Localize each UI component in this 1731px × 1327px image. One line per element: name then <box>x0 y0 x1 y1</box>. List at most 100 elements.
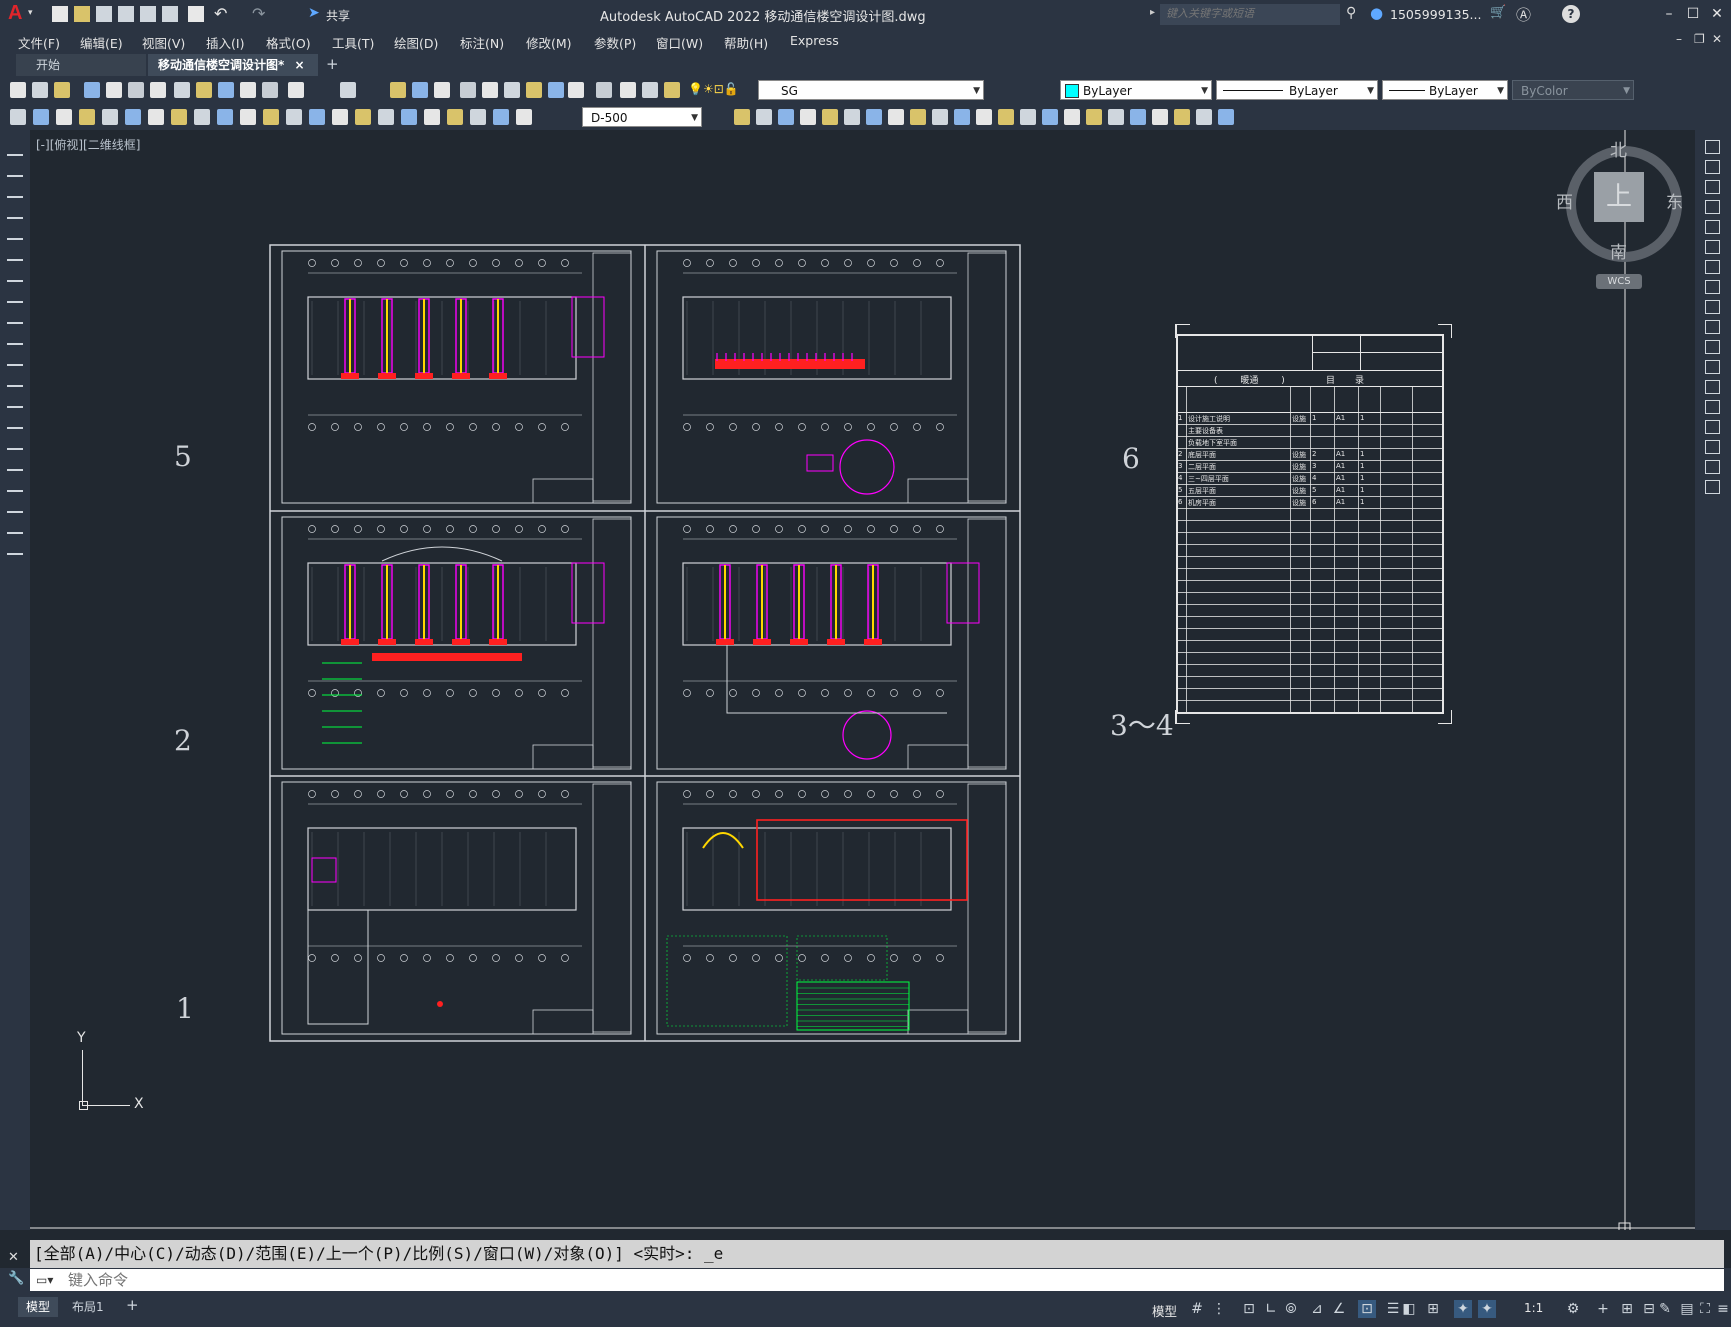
open-file-icon[interactable] <box>74 6 90 22</box>
region-icon[interactable] <box>7 480 23 492</box>
plot-icon[interactable] <box>84 82 100 98</box>
linetype-dropdown[interactable]: ByLayer ▼ <box>1216 80 1378 100</box>
zoom-realtime-icon[interactable] <box>340 82 356 98</box>
open-web-icon[interactable] <box>140 6 156 22</box>
quick-dim-icon[interactable] <box>910 109 926 125</box>
dim-ordinate-icon[interactable] <box>79 109 95 125</box>
mirror-icon[interactable] <box>1705 180 1720 194</box>
app-logo-icon[interactable]: A <box>8 2 22 25</box>
viewcube-north[interactable]: 北 <box>1610 136 1627 161</box>
trim-icon[interactable] <box>1705 320 1720 334</box>
construction-line-icon[interactable] <box>7 165 23 177</box>
menu-edit[interactable]: 编辑(E) <box>80 33 123 52</box>
layer-previous-icon[interactable] <box>642 82 658 98</box>
properties-icon[interactable] <box>434 82 450 98</box>
hatch-icon[interactable] <box>7 438 23 450</box>
dim-style-icon[interactable] <box>470 109 486 125</box>
units-toggle-icon[interactable]: ⊞ <box>1618 1300 1636 1318</box>
copy-icon[interactable] <box>196 82 212 98</box>
plotstyle-dropdown[interactable]: ByColor ▼ <box>1512 80 1634 100</box>
cut-icon[interactable] <box>174 82 190 98</box>
new-file-icon[interactable] <box>52 6 68 22</box>
menu-insert[interactable]: 插入(I) <box>206 33 244 52</box>
save-icon[interactable] <box>54 82 70 98</box>
dim-baseline-icon[interactable] <box>217 109 233 125</box>
dim-linear-icon[interactable] <box>10 109 26 125</box>
dim-jogged-icon[interactable] <box>125 109 141 125</box>
extend-icon[interactable] <box>1705 340 1720 354</box>
app-menu-arrow-icon[interactable]: ▾ <box>28 8 33 18</box>
explode-icon[interactable] <box>1705 480 1720 494</box>
share-icon[interactable]: ➤ <box>308 5 320 21</box>
ellipse-icon[interactable] <box>7 333 23 345</box>
tab-model[interactable]: 模型 <box>18 1297 59 1317</box>
menu-modify[interactable]: 修改(M) <box>526 33 572 52</box>
polar-toggle-icon[interactable]: ⦾ <box>1282 1300 1300 1318</box>
add-selected-icon[interactable] <box>7 543 23 555</box>
inspect-icon[interactable] <box>1064 109 1080 125</box>
match-properties-icon[interactable] <box>240 82 256 98</box>
tab-layout1[interactable]: 布局1 <box>64 1297 112 1317</box>
polyline-icon[interactable] <box>7 186 23 198</box>
add-layout-button[interactable]: + <box>126 1296 139 1314</box>
quick-dim-icon[interactable] <box>194 109 210 125</box>
menu-view[interactable]: 视图(V) <box>142 33 185 52</box>
sheet-set-icon[interactable] <box>504 82 520 98</box>
menu-file[interactable]: 文件(F) <box>18 33 60 52</box>
dim-continue-icon[interactable] <box>240 109 256 125</box>
grid-toggle-icon[interactable]: # <box>1188 1300 1206 1318</box>
jogged-linear-icon[interactable] <box>378 109 394 125</box>
ucs-icon[interactable] <box>493 109 509 125</box>
command-input[interactable] <box>30 1269 1724 1291</box>
viewcube[interactable]: 上 北 南 西 东 WCS <box>1554 136 1684 289</box>
center-mark-icon[interactable] <box>1042 109 1058 125</box>
command-recent-icon[interactable]: ▭▾ <box>36 1273 53 1287</box>
dim-edit-icon[interactable] <box>1108 109 1124 125</box>
publish-icon[interactable] <box>128 82 144 98</box>
infer-toggle-icon[interactable]: ⊡ <box>1240 1300 1258 1318</box>
dim-arc-icon[interactable] <box>778 109 794 125</box>
tolerance-icon[interactable] <box>309 109 325 125</box>
layer-status-icons[interactable]: 💡☀⊡🔓 <box>688 82 739 96</box>
menu-help[interactable]: 帮助(H) <box>724 33 768 52</box>
dim-diameter-icon[interactable] <box>866 109 882 125</box>
dim-text-edit-icon[interactable] <box>1130 109 1146 125</box>
save-as-icon[interactable] <box>118 6 134 22</box>
3d-print-icon[interactable] <box>150 82 166 98</box>
tab-close-icon[interactable]: × <box>294 58 304 72</box>
dim-ordinate-icon[interactable] <box>800 109 816 125</box>
autodesk-app-icon[interactable]: Ⓐ <box>1516 4 1531 25</box>
line-icon[interactable] <box>7 144 23 156</box>
drawing-canvas[interactable]: [-][俯视][二维线框] 5 6 2 3～4 1 上 北 南 西 东 WCS … <box>30 130 1695 1230</box>
point-icon[interactable] <box>7 417 23 429</box>
copy-icon[interactable] <box>1705 160 1720 174</box>
menu-tools[interactable]: 工具(T) <box>332 33 374 52</box>
revision-cloud-icon[interactable] <box>7 291 23 303</box>
lineweight-dropdown[interactable]: ByLayer ▼ <box>1382 80 1508 100</box>
dim-linear-icon[interactable] <box>734 109 750 125</box>
dim-radius-icon[interactable] <box>102 109 118 125</box>
new-icon[interactable] <box>10 82 26 98</box>
stretch-icon[interactable] <box>1705 300 1720 314</box>
menu-dimension[interactable]: 标注(N) <box>460 33 504 52</box>
dim-style-icon[interactable] <box>1174 109 1190 125</box>
block-editor-icon[interactable] <box>262 82 278 98</box>
doc-restore-button[interactable]: ❐ <box>1694 32 1705 46</box>
customize-toggle-icon[interactable]: ≡ <box>1714 1300 1731 1318</box>
menu-format[interactable]: 格式(O) <box>266 33 311 52</box>
arc-icon[interactable] <box>7 249 23 261</box>
object-snap-tracking-toggle-icon[interactable]: ∠ <box>1330 1300 1348 1318</box>
doc-close-button[interactable]: ✕ <box>1712 32 1722 46</box>
dim-break-icon[interactable] <box>286 109 302 125</box>
plot-preview-icon[interactable] <box>106 82 122 98</box>
save-icon[interactable] <box>96 6 112 22</box>
search-icon[interactable]: ⚲ <box>1346 5 1356 21</box>
menu-express[interactable]: Express <box>790 33 839 48</box>
ortho-toggle-icon[interactable]: ∟ <box>1262 1300 1280 1318</box>
viewcube-south[interactable]: 南 <box>1610 238 1627 263</box>
model-space-button[interactable]: 模型 <box>1152 1301 1177 1320</box>
viewcube-east[interactable]: 东 <box>1666 188 1683 213</box>
search-expand-icon[interactable]: ▸ <box>1150 7 1155 18</box>
ucs-icon[interactable] <box>1196 109 1212 125</box>
center-mark-icon[interactable] <box>332 109 348 125</box>
